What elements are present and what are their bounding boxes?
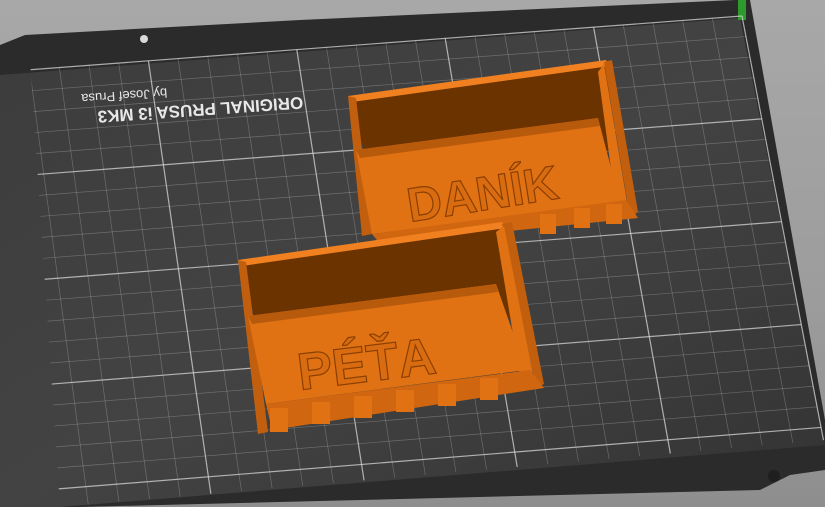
bed-corner-knob [768, 470, 780, 482]
build-plate-scene[interactable]: ORIGINAL PRUSA i3 MK3 by Josef Prusa DAN… [0, 0, 825, 507]
3d-viewport[interactable]: ORIGINAL PRUSA i3 MK3 by Josef Prusa DAN… [0, 0, 825, 507]
bed-mount-hole [140, 35, 148, 43]
